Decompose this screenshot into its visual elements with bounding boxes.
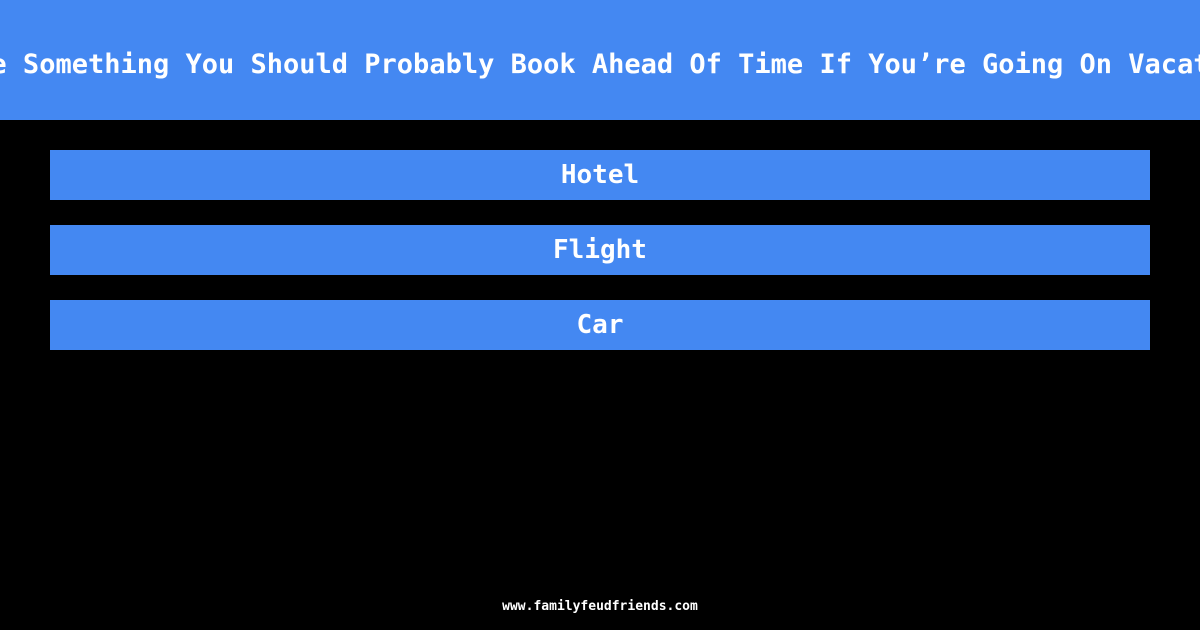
answer-item[interactable]: Car	[50, 300, 1150, 350]
answer-item[interactable]: Flight	[50, 225, 1150, 275]
question-banner: Name Something You Should Probably Book …	[0, 0, 1200, 120]
site-url: www.familyfeudfriends.com	[502, 599, 698, 614]
answer-list: Hotel Flight Car	[50, 150, 1150, 375]
question-title: Name Something You Should Probably Book …	[0, 49, 1200, 80]
answer-item[interactable]: Hotel	[50, 150, 1150, 200]
